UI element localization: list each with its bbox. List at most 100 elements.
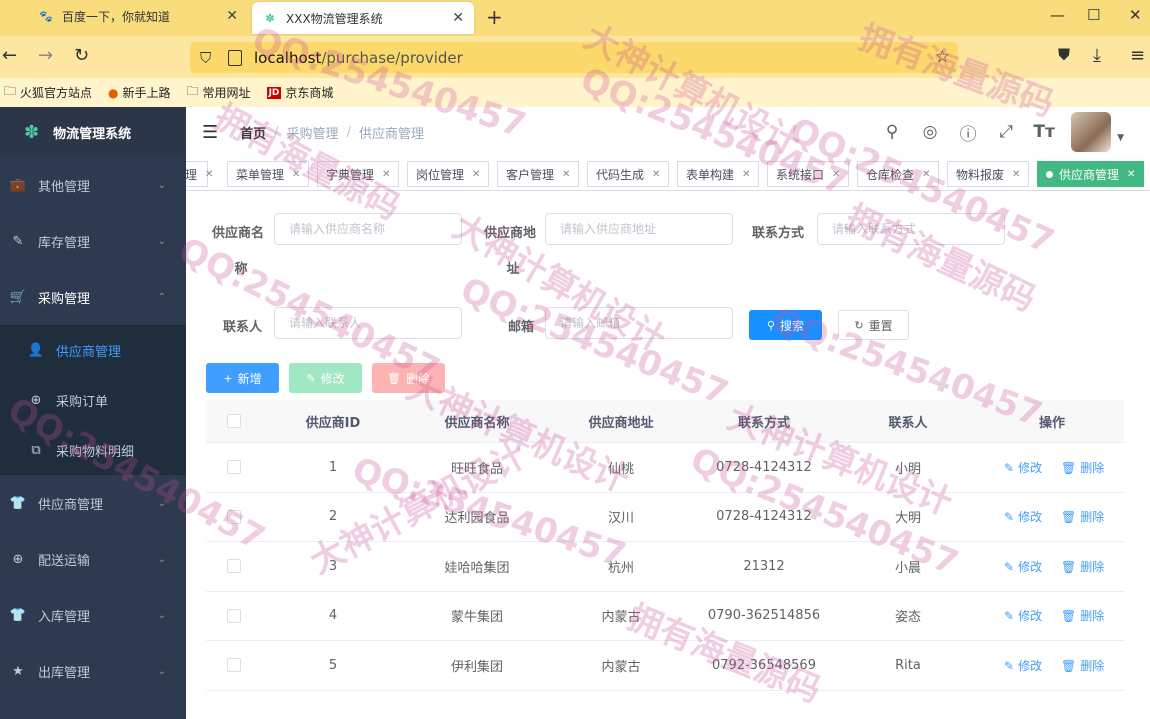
close-icon[interactable]: ✕ (205, 169, 213, 180)
row-delete-link[interactable]: 🗑 删除 (1061, 657, 1104, 674)
tag-item-active[interactable]: 供应商管理 ✕ (1037, 161, 1145, 187)
sidebar-item-inbound[interactable]: 👕 入库管理 ⌄ (0, 587, 186, 643)
cell-address: 内蒙古 (601, 610, 641, 626)
caret-down-icon[interactable]: ▼ (1117, 133, 1124, 143)
tag-item[interactable]: 代码生成 ✕ (587, 161, 670, 187)
row-delete-link[interactable]: 🗑 删除 (1061, 607, 1104, 624)
window-close-icon[interactable]: ✕ (1129, 6, 1142, 24)
row-checkbox[interactable] (227, 460, 241, 475)
contact-input[interactable] (817, 213, 1005, 245)
search-icon[interactable]: ⚲ (873, 122, 911, 142)
contact-person-input[interactable] (274, 307, 462, 339)
maximize-icon[interactable]: ☐ (1087, 6, 1100, 24)
forward-icon[interactable]: → (38, 45, 53, 66)
select-all-checkbox[interactable] (227, 414, 241, 428)
github-icon[interactable]: ◎ (911, 122, 949, 142)
sidebar-item-other[interactable]: 💼 其他管理 ⌄ (0, 157, 186, 213)
sidebar-item-delivery[interactable]: ⊕ 配送运输 ⌄ (0, 531, 186, 587)
avatar[interactable] (1071, 112, 1112, 152)
sidebar-logo[interactable]: ✽ 物流管理系统 (0, 107, 186, 157)
contact-person-label: 联系人 (222, 320, 262, 335)
font-size-icon[interactable]: Tт (1025, 122, 1063, 142)
close-icon[interactable]: ✕ (562, 169, 570, 180)
browser-tab-title: XXX物流管理系统 (286, 11, 383, 26)
tag-item[interactable]: 菜单管理 ✕ (227, 161, 310, 187)
row-delete-link[interactable]: 🗑 删除 (1061, 558, 1104, 575)
reload-icon[interactable]: ↻ (74, 45, 89, 66)
back-icon[interactable]: ← (2, 45, 17, 66)
row-delete-link[interactable]: 🗑 删除 (1061, 459, 1104, 476)
tag-item[interactable]: 字典管理 ✕ (317, 161, 400, 187)
sidebar-item-purchase[interactable]: 🛒 采购管理 ⌃ (0, 269, 186, 325)
row-edit-link[interactable]: ✎ 修改 (1004, 607, 1042, 624)
bookmark-item[interactable]: 🗀 火狐官方站点 (4, 82, 92, 103)
close-icon[interactable]: ✕ (226, 8, 238, 24)
chevron-down-icon: ⌄ (157, 497, 166, 509)
edit-button[interactable]: ✎ 修改 (289, 363, 362, 393)
minimize-icon[interactable]: — (1050, 6, 1065, 24)
pocket-icon[interactable]: ⛊ (1058, 45, 1070, 65)
sidebar-subitem-material-detail[interactable]: ⧉ 采购物料明细 (0, 425, 186, 475)
close-icon[interactable]: ✕ (1012, 169, 1020, 180)
add-button[interactable]: + 新增 (206, 363, 279, 393)
fullscreen-icon[interactable]: ⤢ (987, 122, 1025, 142)
hamburger-icon[interactable]: ☰ (202, 122, 218, 143)
row-checkbox[interactable] (227, 509, 241, 524)
sidebar-subitem-provider[interactable]: 👤 供应商管理 (0, 325, 186, 375)
sidebar-item-provider[interactable]: 👕 供应商管理 ⌄ (0, 475, 186, 531)
close-icon[interactable]: ✕ (832, 169, 840, 180)
close-icon[interactable]: ✕ (922, 169, 930, 180)
table-row: 2 达利园食品 汉川 0728-4124312 大明 ✎ 修改 🗑 删除 (206, 493, 1124, 542)
close-icon[interactable]: ✕ (742, 169, 750, 180)
tag-item[interactable]: 系统接口 ✕ (767, 161, 850, 187)
close-icon[interactable]: ✕ (472, 169, 480, 180)
tags-view: 理 ✕ 菜单管理 ✕ 字典管理 ✕ 岗位管理 ✕ 客户管理 ✕ 代码生成 ✕ 表单构建 ✕ 系… (186, 157, 1150, 191)
jd-icon: JD (266, 86, 282, 99)
row-checkbox[interactable] (227, 608, 241, 623)
search-button[interactable]: ⚲ 搜索 (749, 310, 822, 340)
row-edit-link[interactable]: ✎ 修改 (1004, 558, 1042, 575)
tag-item[interactable]: 理 ✕ (186, 161, 213, 187)
close-icon[interactable]: ✕ (292, 169, 300, 180)
tag-item[interactable]: 表单构建 ✕ (677, 161, 760, 187)
tag-item[interactable]: 仓库检查 ✕ (857, 161, 940, 187)
bookmark-item[interactable]: JD 京东商城 (266, 84, 333, 101)
sidebar-item-label: 库存管理 (38, 235, 91, 251)
row-edit-label: 修改 (1018, 658, 1043, 673)
new-tab-icon[interactable]: + (486, 5, 503, 29)
row-edit-link[interactable]: ✎ 修改 (1004, 657, 1042, 674)
bookmark-item[interactable]: 🗀 常用网址 (187, 82, 251, 103)
breadcrumb-home[interactable]: 首页 (240, 123, 266, 142)
delete-button[interactable]: 🗑 删除 (372, 363, 445, 393)
row-delete-link[interactable]: 🗑 删除 (1061, 508, 1104, 525)
bookmark-item[interactable]: ● 新手上路 (108, 84, 171, 101)
row-checkbox[interactable] (227, 658, 241, 673)
close-icon[interactable]: ✕ (382, 169, 390, 180)
bookmark-star-icon[interactable]: ☆ (935, 47, 950, 67)
sidebar-item-outbound[interactable]: ★ 出库管理 ⌄ (0, 643, 186, 699)
browser-tab-app[interactable]: ✽ XXX物流管理系统 ✕ (252, 2, 474, 34)
browser-tab-baidu[interactable]: 🐾 百度一下，你就知道 ✕ (28, 0, 248, 32)
sidebar-item-inventory[interactable]: ✎ 库存管理 ⌄ (0, 213, 186, 269)
row-edit-link[interactable]: ✎ 修改 (1004, 459, 1042, 476)
help-icon[interactable]: ⓘ (949, 120, 987, 145)
tag-item[interactable]: 客户管理 ✕ (497, 161, 580, 187)
provider-address-input[interactable] (545, 213, 733, 245)
close-icon[interactable]: ✕ (652, 169, 660, 180)
menu-icon[interactable]: ≡ (1130, 45, 1145, 66)
reset-button[interactable]: ↻ 重置 (838, 310, 909, 340)
sidebar-item-label: 入库管理 (38, 609, 91, 625)
close-icon[interactable]: ✕ (452, 10, 464, 26)
tag-item[interactable]: 物料报废 ✕ (947, 161, 1030, 187)
provider-name-input[interactable] (274, 213, 462, 245)
row-checkbox[interactable] (227, 559, 241, 574)
row-edit-link[interactable]: ✎ 修改 (1004, 508, 1042, 525)
download-icon[interactable]: ⤓ (1093, 45, 1101, 66)
email-input[interactable] (545, 307, 733, 339)
tag-label: 供应商管理 (1059, 167, 1120, 182)
tag-item[interactable]: 岗位管理 ✕ (407, 161, 490, 187)
cell-name: 达利园食品 (444, 511, 510, 527)
sidebar-subitem-purchase-order[interactable]: ⊕ 采购订单 (0, 375, 186, 425)
close-icon[interactable]: ✕ (1127, 169, 1135, 180)
address-bar[interactable]: ⛉ localhost/purchase/provider ☆ (190, 42, 958, 73)
